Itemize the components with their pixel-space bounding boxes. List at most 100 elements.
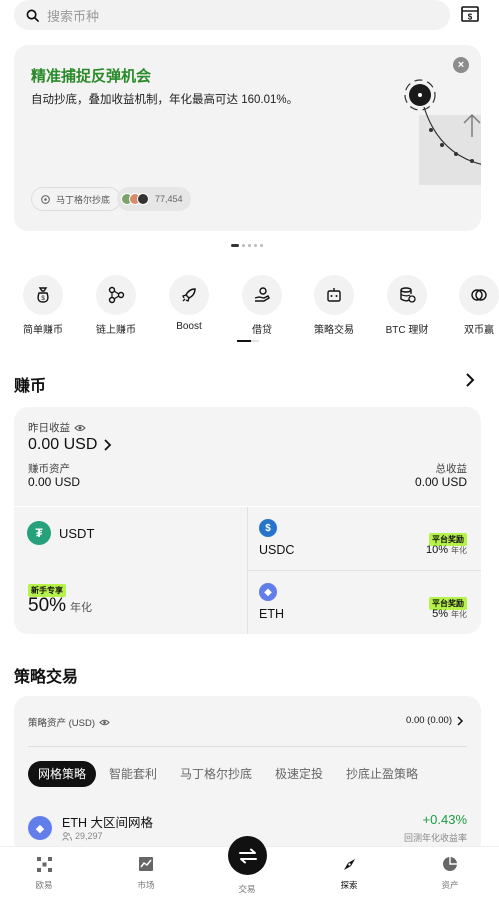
users-icon	[62, 831, 72, 841]
nav-label: 资产	[441, 880, 459, 890]
eye-icon[interactable]	[99, 718, 110, 727]
shortcut-label: BTC 理财	[385, 325, 429, 336]
search-placeholder: 搜索币种	[47, 8, 100, 24]
nav-okx[interactable]: 欧易	[14, 855, 74, 891]
strategy-card: 策略资产 (USD) 0.00 (0.00) 网格策略 智能套利 马丁格尔抄底 …	[14, 696, 481, 856]
robot-icon	[327, 288, 341, 302]
product-apr-unit: 年化	[451, 546, 467, 555]
chain-nodes-icon	[108, 286, 125, 304]
promo-banner[interactable]: 精准捕捉反弹机会 自动抄底，叠加收益机制，年化最高可达 160.01%。 × 马…	[14, 45, 481, 231]
product-coin: USDC	[259, 543, 295, 557]
strategy-item-name: ETH 大区间网格	[62, 816, 153, 830]
product-coin: USDT	[59, 525, 95, 541]
strategy-item-users-row: 29,297	[62, 831, 103, 841]
nav-label: 交易	[238, 884, 256, 894]
earn-product-eth[interactable]: ◆ ETH 平台奖励 5% 年化	[248, 571, 481, 634]
yesterday-earnings-value-row[interactable]: 0.00 USD	[28, 436, 113, 454]
shortcut-loan[interactable]: 借贷	[227, 275, 297, 336]
product-apr: 10%	[425, 544, 448, 556]
nav-assets[interactable]: 资产	[420, 855, 480, 891]
divider	[28, 746, 467, 747]
pie-icon	[443, 857, 457, 871]
total-earnings-label: 总收益	[435, 463, 468, 475]
swap-icon	[238, 848, 257, 863]
strategy-chip-label: 马丁格尔抄底	[56, 194, 111, 205]
users-chip: 77,454	[117, 187, 191, 211]
product-apr: 5%	[432, 608, 448, 620]
strategy-item-return: +0.43%	[422, 812, 467, 827]
eth-icon: ◆	[259, 583, 277, 601]
strategy-item-return-label: 回测年化收益率	[403, 833, 467, 843]
shortcut-row: $ 简单赚币 链上赚币 Boost 借贷 策略交易 BTC 理财 双币赢	[0, 275, 499, 336]
svg-text:$: $	[468, 13, 473, 22]
carousel-dot[interactable]	[248, 244, 251, 247]
earn-assets-label: 赚币资产	[28, 463, 70, 475]
dual-coin-icon	[471, 289, 487, 301]
eth-icon: ◆	[28, 816, 52, 840]
trade-button[interactable]	[228, 836, 267, 875]
earn-more-button[interactable]	[464, 372, 476, 393]
banner-description: 自动抄底，叠加收益机制，年化最高可达 160.01%。	[31, 94, 299, 106]
chart-icon	[139, 857, 153, 871]
earn-product-usdc[interactable]: $ USDC 平台奖励 10% 年化	[248, 507, 481, 570]
nav-label: 市场	[137, 880, 155, 890]
product-apr-row: 50% 年化	[28, 595, 92, 617]
chevron-right-icon	[104, 439, 112, 451]
search-bar[interactable]: 搜索币种	[14, 0, 450, 30]
strategy-section-title: 策略交易	[14, 669, 79, 686]
total-earnings-value: 0.00 USD	[414, 475, 467, 489]
search-icon	[26, 9, 39, 22]
carousel-dot[interactable]	[242, 244, 245, 247]
tab-martingale[interactable]: 马丁格尔抄底	[180, 761, 252, 787]
database-coin-icon	[400, 287, 416, 303]
tab-smart-arbitrage[interactable]: 智能套利	[109, 761, 157, 787]
shortcut-boost[interactable]: Boost	[154, 275, 224, 332]
shortcut-label: 策略交易	[314, 325, 354, 336]
strategy-chip[interactable]: 马丁格尔抄底	[31, 187, 122, 211]
chevron-right-icon	[466, 373, 475, 387]
tab-fast-dca[interactable]: 极速定投	[275, 761, 323, 787]
shortcut-label: Boost	[176, 321, 202, 332]
earn-assets-value: 0.00 USD	[28, 475, 81, 489]
yesterday-earnings-row: 昨日收益	[28, 420, 86, 435]
nav-trade[interactable]: 交易	[217, 877, 277, 895]
product-apr-row: 10% 年化	[426, 544, 467, 556]
eye-icon[interactable]	[74, 423, 86, 433]
earn-section-title: 赚币	[14, 378, 47, 395]
strategy-item-users: 29,297	[75, 831, 103, 841]
product-coin: ETH	[259, 607, 284, 621]
nav-explore[interactable]: 探索	[319, 855, 379, 891]
carousel-dot[interactable]	[260, 244, 263, 247]
shortcut-dual-investment[interactable]: 双币赢	[444, 275, 499, 336]
earn-card: 昨日收益 0.00 USD 赚币资产 0.00 USD 总收益 0.00 USD…	[14, 407, 481, 634]
nav-label: 欧易	[35, 880, 53, 890]
shortcut-strategy-trading[interactable]: 策略交易	[299, 275, 369, 336]
nav-market[interactable]: 市场	[116, 855, 176, 891]
shortcut-label: 双币赢	[464, 325, 494, 336]
earn-product-usdt[interactable]: ₮ USDT 新手专享 50% 年化	[14, 507, 247, 634]
strategy-assets-value-row[interactable]: 0.00 (0.00)	[406, 715, 464, 726]
product-apr-row: 5% 年化	[432, 608, 467, 620]
scan-button[interactable]: $	[460, 4, 480, 24]
okx-logo-icon	[36, 856, 52, 872]
usdc-icon: $	[259, 519, 277, 537]
tab-dip-take-profit[interactable]: 抄底止盈策略	[346, 761, 418, 787]
users-count: 77,454	[155, 194, 183, 204]
tab-grid-strategy[interactable]: 网格策略	[28, 761, 97, 787]
hand-coin-icon	[254, 287, 270, 302]
banner-close-button[interactable]: ×	[453, 57, 469, 73]
carousel-dot[interactable]	[231, 244, 239, 247]
shortcut-btc-finance[interactable]: BTC 理财	[372, 275, 442, 336]
shortcut-label: 链上赚币	[96, 325, 136, 336]
shortcut-onchain-earn[interactable]: 链上赚币	[81, 275, 151, 336]
shortcut-simple-earn[interactable]: $ 简单赚币	[8, 275, 78, 336]
usdt-icon: ₮	[27, 521, 51, 545]
yesterday-earnings-value: 0.00 USD	[28, 436, 98, 453]
banner-graphic	[404, 79, 481, 185]
shortcut-label: 借贷	[252, 325, 272, 336]
yesterday-earnings-label: 昨日收益	[28, 422, 70, 434]
product-header: ₮ USDT	[27, 521, 94, 545]
strategy-assets-row: 策略资产 (USD)	[28, 715, 110, 729]
carousel-dot[interactable]	[254, 244, 257, 247]
product-apr: 50%	[28, 595, 67, 616]
